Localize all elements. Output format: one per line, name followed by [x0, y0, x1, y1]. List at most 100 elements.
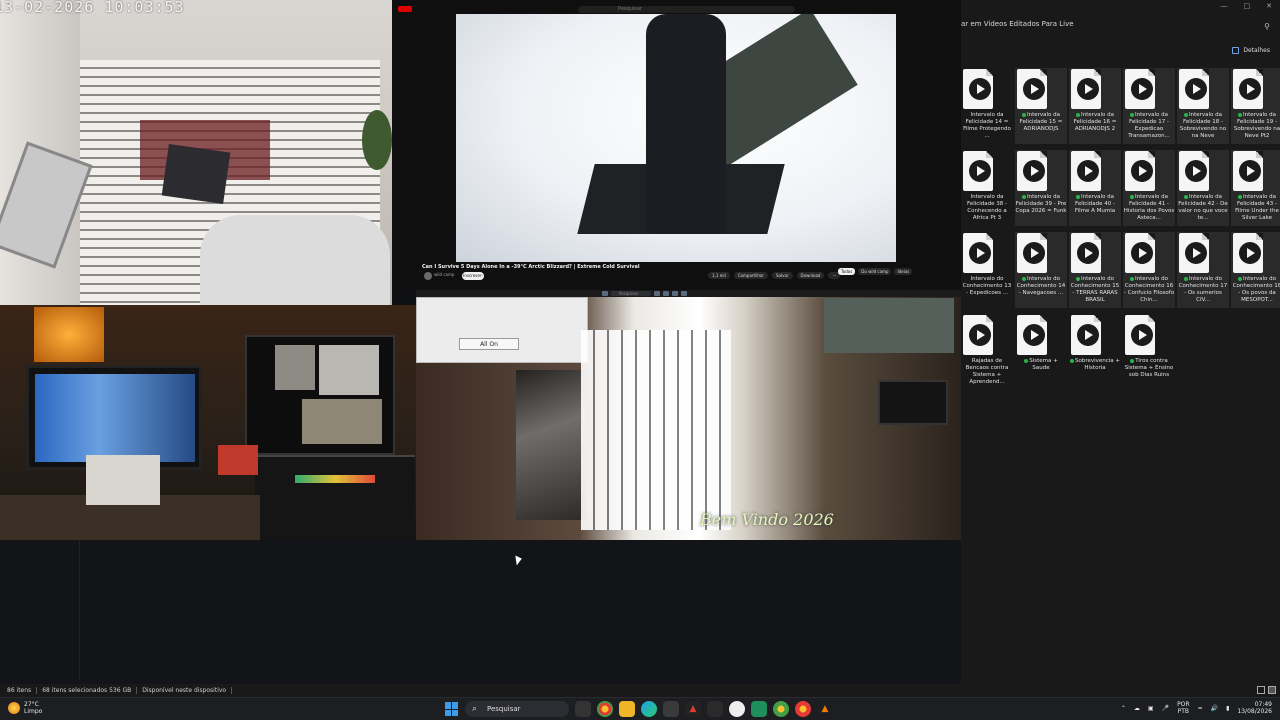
- details-view-icon[interactable]: [1257, 686, 1265, 694]
- battery-icon[interactable]: ▮: [1226, 705, 1229, 712]
- chrome-icon[interactable]: [597, 701, 613, 717]
- all-on-button[interactable]: All On: [459, 338, 519, 350]
- folder-icon[interactable]: [619, 701, 635, 717]
- play-icon: [969, 324, 991, 346]
- chip-all[interactable]: Todos: [838, 268, 856, 275]
- room-tv: [878, 380, 948, 425]
- task-view-icon[interactable]: [575, 701, 591, 717]
- studio-camera-feed: [0, 305, 416, 540]
- file-item[interactable]: Intervalo do Conhecimento 15 - TERRAS RA…: [1069, 232, 1121, 308]
- taskbar-search[interactable]: Pesquisar: [465, 701, 569, 717]
- windows-start-icon[interactable]: [445, 702, 459, 716]
- inner-app-icon: [681, 291, 687, 296]
- store-icon[interactable]: [663, 701, 679, 717]
- studio-monitor-b: [319, 345, 379, 395]
- monitor-icon[interactable]: ▣: [1148, 705, 1154, 712]
- video-file-icon: [1179, 69, 1209, 109]
- edge-icon[interactable]: [641, 701, 657, 717]
- sync-status-icon: [1237, 112, 1242, 117]
- file-item[interactable]: Intervalo da Felicidade 41 - Historia do…: [1123, 150, 1175, 226]
- large-icons-view-icon[interactable]: [1268, 686, 1276, 694]
- chrome-alt-icon[interactable]: [795, 701, 811, 717]
- play-icon: [1131, 242, 1153, 264]
- sync-status-icon: [1129, 112, 1134, 117]
- video-file-icon: [1017, 233, 1047, 273]
- file-item[interactable]: Intervalo da Felicidade 38 - Conhecendo …: [961, 150, 1013, 226]
- file-item[interactable]: Intervalo do Conhecimento 13 - Expedicoe…: [961, 232, 1013, 308]
- terminal-icon[interactable]: [751, 701, 767, 717]
- camera-car: [200, 215, 390, 305]
- video-person: [646, 14, 726, 234]
- subscribe-button[interactable]: Inscrever-se: [462, 272, 484, 286]
- maximize-icon[interactable]: □: [1244, 2, 1251, 10]
- search-icon[interactable]: ⚲: [1264, 22, 1270, 31]
- chip-ideas[interactable]: Ideias: [894, 268, 913, 275]
- room-camera-feed: Pesquisar All On Bem Vindo 2026: [416, 290, 961, 540]
- play-icon: [969, 242, 991, 264]
- language-indicator[interactable]: POR PTB: [1177, 701, 1190, 715]
- file-item[interactable]: Intervalo da Felicidade 43 - Filme Under…: [1231, 150, 1280, 226]
- tray-chevron-icon[interactable]: ⌃: [1121, 705, 1126, 712]
- minimize-icon[interactable]: —: [1221, 2, 1228, 10]
- file-explorer-window: — □ ✕ ar em Videos Editados Para Live ⚲ …: [961, 0, 1280, 697]
- video-logo-icon[interactable]: [398, 6, 412, 12]
- address-bar[interactable]: ar em Videos Editados Para Live ⚲: [961, 20, 1280, 35]
- video-file-icon: [1017, 315, 1047, 355]
- media-icon[interactable]: ▲: [685, 701, 701, 717]
- video-file-icon: [1071, 233, 1101, 273]
- file-grid: Intervalo da Felicidade 14 = Filme Prote…: [961, 68, 1280, 390]
- file-item[interactable]: Intervalo da Felicidade 18 - Sobrevivend…: [1177, 68, 1229, 144]
- file-item[interactable]: Intervalo do Conhecimento 17 - Os sumeri…: [1177, 232, 1229, 308]
- channel-name[interactable]: wild camp: [434, 272, 454, 277]
- studio-monitors: [245, 335, 395, 455]
- file-item[interactable]: Rajadas de Bencaos contra Sistema + Apre…: [961, 314, 1013, 390]
- file-item[interactable]: Intervalo do Conhecimento 14 - Navegacoe…: [1015, 232, 1067, 308]
- vlc-icon[interactable]: ▲: [817, 701, 833, 717]
- weather-widget[interactable]: 27°C Limpo: [8, 701, 42, 715]
- channel-avatar[interactable]: [424, 272, 432, 280]
- file-item[interactable]: Sobrevivencia + Historia: [1069, 314, 1121, 390]
- file-item[interactable]: Intervalo da Felicidade 42 - De valor no…: [1177, 150, 1229, 226]
- studio-keyboard: [86, 455, 160, 505]
- wifi-icon[interactable]: ≈: [1198, 705, 1203, 712]
- file-item[interactable]: Tiros contra Sistema + Ensino sob Dias R…: [1123, 314, 1175, 390]
- file-item[interactable]: Intervalo do Conhecimento 18 - Os povos …: [1231, 232, 1280, 308]
- file-item[interactable]: Intervalo da Felicidade 39 - Pre Copa 20…: [1015, 150, 1067, 226]
- language-sub: PTB: [1177, 708, 1190, 715]
- file-item[interactable]: Intervalo da Felicidade 17 - Expedicao T…: [1123, 68, 1175, 144]
- file-item[interactable]: Intervalo do Conhecimento 16 - Confucio …: [1123, 232, 1175, 308]
- like-button[interactable]: 1,1 mil: [708, 272, 730, 279]
- save-button[interactable]: Salvar: [771, 272, 793, 279]
- file-label: Sobrevivencia + Historia: [1069, 358, 1121, 390]
- app-icon[interactable]: [729, 701, 745, 717]
- chip-channel[interactable]: Do wild camp: [858, 268, 892, 275]
- video-file-icon: [1071, 69, 1101, 109]
- cloud-icon[interactable]: ☁: [1134, 705, 1140, 712]
- studio-monitor-a: [275, 345, 315, 390]
- file-item[interactable]: Intervalo da Felicidade 16 = ADRIANODJS …: [1069, 68, 1121, 144]
- desktop: 13-02-2026 10:03:53 Pesquisar Can I Surv…: [0, 0, 1280, 720]
- clock[interactable]: 07:49 13/08/2026: [1237, 701, 1272, 715]
- file-item[interactable]: Intervalo da Felicidade 19 - Sobrevivend…: [1231, 68, 1280, 144]
- settings-gear-icon[interactable]: [707, 701, 723, 717]
- volume-icon[interactable]: 🔊: [1211, 705, 1218, 712]
- video-file-icon: [1233, 233, 1263, 273]
- mic-icon[interactable]: 🎤: [1162, 705, 1169, 712]
- file-item[interactable]: Intervalo da Felicidade 14 = Filme Prote…: [961, 68, 1013, 144]
- chrome-profile-icon[interactable]: [773, 701, 789, 717]
- file-item[interactable]: Sistema + Saude: [1015, 314, 1067, 390]
- close-icon[interactable]: ✕: [1266, 2, 1272, 10]
- address-path[interactable]: ar em Videos Editados Para Live: [961, 20, 1074, 28]
- video-player-window[interactable]: Pesquisar Can I Survive 5 Days Alone In …: [392, 0, 961, 290]
- share-button[interactable]: Compartilhar: [733, 272, 768, 279]
- video-frame[interactable]: [456, 14, 896, 262]
- file-item[interactable]: Intervalo da Felicidade 40 - Filme A Mum…: [1069, 150, 1121, 226]
- download-button[interactable]: Download: [796, 272, 825, 279]
- file-name: Rajadas de Bencaos contra Sistema + Apre…: [965, 358, 1009, 385]
- taskbar: 27°C Limpo Pesquisar ▲ ▲ ⌃ ☁ ▣ 🎤: [0, 697, 1280, 720]
- file-label: Intervalo do Conhecimento 15 - TERRAS RA…: [1069, 276, 1121, 308]
- video-search-input[interactable]: Pesquisar: [578, 5, 795, 13]
- file-item[interactable]: Intervalo da Felicidade 15 = ADRIANODJS: [1015, 68, 1067, 144]
- details-button[interactable]: Detalhes: [1232, 47, 1270, 54]
- video-file-icon: [963, 151, 993, 191]
